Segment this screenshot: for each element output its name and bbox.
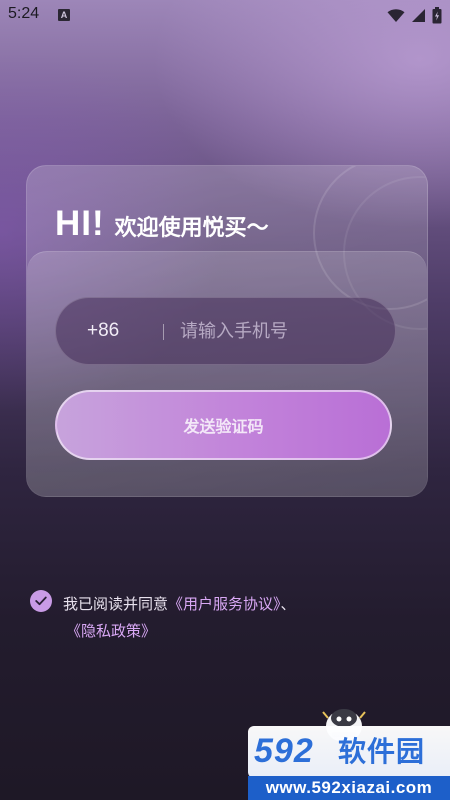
cell-signal-icon bbox=[411, 8, 426, 23]
send-code-button[interactable]: 发送验证码 bbox=[55, 390, 392, 460]
welcome-text: 欢迎使用悦买～ bbox=[114, 216, 269, 241]
status-bar: 5:24 A bbox=[0, 0, 450, 30]
status-time: 5:24 bbox=[8, 5, 40, 22]
phone-input[interactable] bbox=[180, 314, 380, 348]
watermark: 592 软件园 www.592xiazai.com bbox=[248, 706, 450, 800]
agreement-text: 我已阅读并同意《用户服务协议》、 bbox=[63, 592, 393, 617]
agree-checkbox[interactable] bbox=[30, 590, 52, 612]
phone-field[interactable]: +86 bbox=[55, 297, 396, 365]
welcome-hi: HI! bbox=[55, 204, 105, 243]
field-divider bbox=[163, 324, 164, 340]
battery-icon bbox=[432, 6, 442, 24]
login-card: HI! 欢迎使用悦买～ +86 发送验证码 bbox=[26, 165, 428, 497]
send-code-label: 发送验证码 bbox=[183, 417, 264, 436]
watermark-url: www.592xiazai.com bbox=[248, 776, 450, 800]
user-agreement-link[interactable]: 《用户服务协议》 bbox=[168, 595, 281, 613]
status-icons bbox=[387, 6, 442, 24]
agreement-separator: 、 bbox=[280, 595, 296, 613]
agreement-prefix: 我已阅读并同意 bbox=[63, 595, 169, 613]
notification-a-icon: A bbox=[58, 9, 70, 21]
checkmark-icon bbox=[35, 596, 47, 606]
country-code[interactable]: +86 bbox=[87, 320, 119, 342]
wifi-icon bbox=[387, 8, 405, 23]
watermark-number: 592 bbox=[254, 732, 314, 770]
watermark-brand-text: 软件园 bbox=[338, 735, 426, 768]
form-panel bbox=[27, 251, 427, 496]
welcome-heading: HI! 欢迎使用悦买～ bbox=[55, 204, 269, 244]
watermark-brand: 592 软件园 bbox=[248, 726, 450, 778]
privacy-policy-link[interactable]: 《隐私政策》 bbox=[66, 620, 156, 641]
